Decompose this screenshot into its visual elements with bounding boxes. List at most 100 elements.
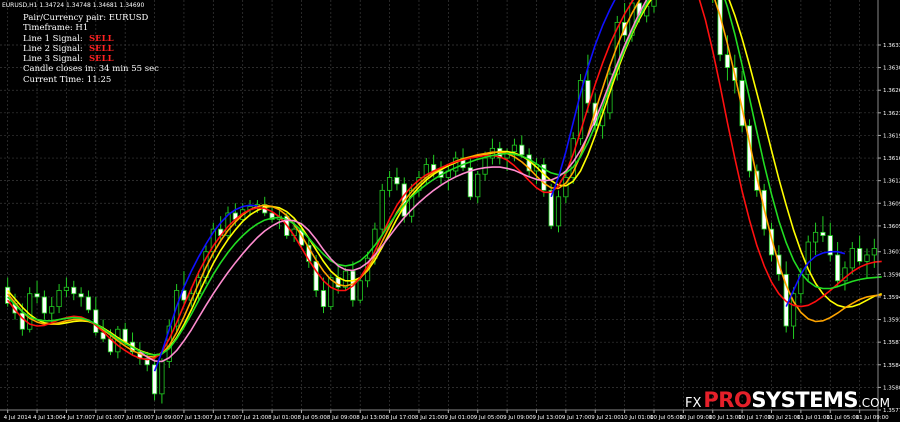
bull-candle: [555, 196, 562, 227]
candle-value: 34 min 55 sec: [98, 64, 159, 75]
price-tick-label: 1.36195: [883, 133, 900, 139]
bear-candle: [78, 293, 84, 298]
bull-candle: [871, 248, 877, 256]
time-tick-label: 8 Jul 05:00: [297, 415, 327, 421]
bear-candle: [585, 80, 591, 104]
time-tick-label: 8 Jul 21:00: [415, 415, 445, 421]
pair-label: Pair/Currency pair:: [23, 13, 107, 23]
bull-candle: [49, 306, 55, 314]
bull-candle: [379, 189, 385, 230]
bear-candle: [85, 296, 92, 311]
time-tick-label: 9 Jul 17:00: [562, 415, 592, 421]
line2-label: Line 2 Signal:: [23, 43, 83, 54]
time-tick-label: 8 Jul 13:00: [356, 415, 386, 421]
bull-candle: [511, 144, 518, 152]
price-axis: 1.36335 1.36300 1.36265 1.36230 1.36195 1.361…: [877, 0, 900, 422]
pair-value: EURUSD: [108, 13, 149, 23]
line3-row: Line 3 Signal: SELL: [23, 54, 159, 64]
bear-candle: [724, 54, 731, 69]
fxprosystems-logo: FXPROSYSTEMS.COM: [685, 388, 890, 412]
time-tick-label: 7 Jul 13:00: [180, 415, 210, 421]
time-tick-label: 4 Jul 2014: [4, 415, 32, 421]
time-value: 11:25: [86, 74, 112, 85]
time-tick-label: 4 Jul 13:00: [33, 415, 63, 421]
time-tick-label: 8 Jul 17:00: [386, 415, 416, 421]
time-tick-label: 7 Jul 17:00: [209, 415, 239, 421]
bear-candle: [320, 290, 327, 308]
price-tick-label: 1.35980: [883, 272, 900, 278]
line2-row: Line 2 Signal: SELL: [23, 44, 159, 54]
logo-pro: PRO: [703, 388, 752, 412]
bear-candle: [41, 296, 47, 314]
bear-candle: [835, 254, 841, 282]
time-tick-label: 9 Jul 09:00: [503, 415, 533, 421]
line3-signal: SELL: [89, 54, 114, 65]
bull-candle: [357, 280, 363, 301]
bull-candle: [651, 0, 657, 7]
price-tick-label: 1.35910: [883, 318, 900, 324]
bear-candle: [857, 248, 863, 262]
logo-fx: FX: [685, 396, 702, 411]
bull-candle: [63, 286, 70, 291]
candle-row: Candle closes in: 34 min 55 sec: [23, 64, 159, 74]
bear-candle: [394, 177, 400, 185]
bear-candle: [717, 0, 723, 56]
line2-signal: SELL: [89, 43, 114, 54]
bear-candle: [34, 293, 40, 298]
time-tick-label: 9 Jul 05:00: [474, 415, 504, 421]
line1-row: Line 1 Signal: SELL: [23, 34, 159, 44]
price-tick-label: 1.36090: [883, 201, 900, 207]
bear-candle: [122, 328, 128, 343]
bear-candle: [71, 286, 77, 295]
symbol-title: EURUSD,H1 1.34724 1.34748 1.34681 1.3469…: [2, 2, 145, 9]
bear-candle: [519, 144, 525, 156]
candle-label: Candle closes in:: [23, 64, 97, 75]
price-tick-label: 1.36230: [883, 111, 900, 117]
price-tick-label: 1.36055: [883, 224, 900, 230]
bull-candle: [482, 157, 488, 175]
time-tick-label: 9 Jul 13:00: [532, 415, 562, 421]
bull-candle: [386, 177, 393, 191]
timeframe-value: H1: [75, 23, 89, 34]
line1-signal: SELL: [89, 33, 114, 44]
price-tick-label: 1.36015: [883, 250, 900, 256]
price-tick-label: 1.35840: [883, 363, 900, 369]
price-tick-label: 1.36300: [883, 66, 900, 72]
price-tick-label: 1.36160: [883, 156, 900, 162]
bull-candle: [812, 231, 819, 243]
bull-candle: [328, 277, 334, 308]
time-tick-label: 7 Jul 05:00: [121, 415, 151, 421]
bull-candle: [475, 173, 481, 198]
time-tick-label: 9 Jul 01:00: [444, 415, 474, 421]
time-tick-label: 7 Jul 09:00: [151, 415, 181, 421]
price-tick-label: 1.36265: [883, 88, 900, 94]
time-row: Current Time: 11:25: [23, 75, 159, 85]
time-tick-label: 7 Jul 01:00: [92, 415, 122, 421]
price-tick-label: 1.35875: [883, 340, 900, 346]
signal-info-panel: Pair/Currency pair: EURUSD Timeframe: H1…: [23, 13, 159, 85]
timeframe-row: Timeframe: H1: [23, 23, 159, 33]
bull-candle: [56, 290, 62, 308]
time-tick-label: 11 Jul 09:00: [856, 415, 889, 421]
price-tick-label: 1.36125: [883, 179, 900, 185]
line1-label: Line 1 Signal:: [23, 33, 83, 44]
time-tick-label: 7 Jul 21:00: [239, 415, 269, 421]
bear-candle: [93, 309, 99, 333]
bear-candle: [313, 261, 319, 291]
pair-row: Pair/Currency pair: EURUSD: [23, 13, 159, 23]
logo-com: .COM: [857, 396, 890, 410]
time-tick-label: 8 Jul 09:00: [327, 415, 357, 421]
time-label: Current Time:: [23, 74, 85, 85]
bull-candle: [159, 361, 165, 395]
price-tick-label: 1.35945: [883, 295, 900, 301]
bear-candle: [820, 231, 826, 236]
time-tick-label: 9 Jul 21:00: [591, 415, 621, 421]
bull-candle: [849, 248, 855, 269]
time-tick-label: 8 Jul 01:00: [268, 415, 298, 421]
line3-label: Line 3 Signal:: [23, 54, 83, 65]
time-tick-label: 4 Jul 17:00: [62, 415, 92, 421]
timeframe-label: Timeframe:: [23, 23, 73, 34]
logo-systems: SYSTEMS: [751, 388, 858, 412]
bull-candle: [864, 254, 870, 262]
price-tick-label: 1.36335: [883, 43, 900, 49]
